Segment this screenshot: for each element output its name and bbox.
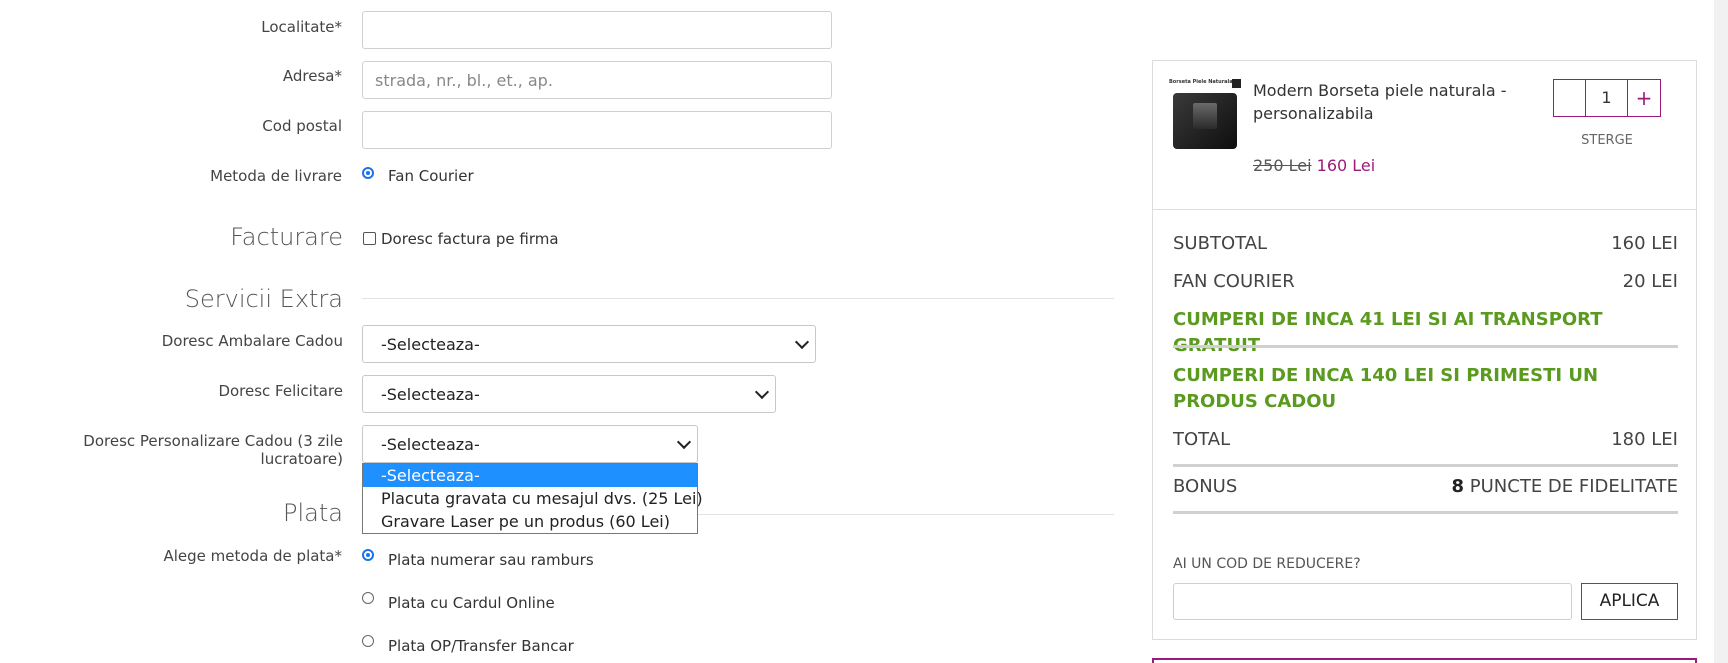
plata-title: Plata: [283, 499, 343, 527]
discount-label: AI UN COD DE REDUCERE?: [1173, 556, 1361, 572]
personalizare-select[interactable]: -Selecteaza-: [362, 425, 698, 463]
metoda-livrare-label: Metoda de livrare: [210, 167, 342, 185]
apply-button[interactable]: APLICA: [1581, 583, 1678, 620]
promo-gift: CUMPERI DE INCA 140 LEI SI PRIMESTI UN P…: [1173, 365, 1599, 412]
total-label: TOTAL: [1173, 429, 1231, 450]
cod-postal-label: Cod postal: [262, 117, 342, 135]
total-divider: [1173, 464, 1678, 467]
subtotal-label: SUBTOTAL: [1173, 233, 1268, 254]
decrease-button[interactable]: [1554, 80, 1586, 116]
plata-numerar-label[interactable]: Plata numerar sau ramburs: [388, 551, 594, 569]
quantity-stepper: 1 +: [1553, 79, 1661, 117]
fan-courier-radio[interactable]: [362, 167, 374, 179]
plata-divider: [698, 514, 1114, 515]
product-name[interactable]: Modern Borseta piele naturala - personal…: [1253, 79, 1523, 125]
chevron-down-icon: [676, 434, 692, 450]
bonus-points: 8: [1451, 476, 1465, 497]
dropdown-option[interactable]: -Selecteaza-: [363, 464, 697, 487]
shipping-label: FAN COURIER: [1173, 271, 1295, 292]
new-price: 160 Lei: [1316, 156, 1376, 175]
personalizare-label: Doresc Personalizare Cadou (3 zile lucra…: [83, 432, 343, 468]
ambalare-select[interactable]: -Selecteaza-: [362, 325, 816, 363]
servicii-extra-title: Servicii Extra: [184, 285, 343, 313]
localitate-label: Localitate*: [261, 18, 342, 36]
cod-postal-input[interactable]: [362, 111, 832, 149]
product-divider: [1153, 209, 1696, 210]
adresa-input[interactable]: [362, 61, 832, 99]
felicitare-select[interactable]: -Selecteaza-: [362, 375, 776, 413]
plata-card-label[interactable]: Plata cu Cardul Online: [388, 594, 555, 612]
plata-label: Alege metoda de plata*: [163, 547, 342, 565]
bonus-text: PUNCTE DE FIDELITATE: [1469, 476, 1678, 497]
promo-shipping: CUMPERI DE INCA 41 LEI SI AI TRANSPORT G…: [1173, 309, 1603, 356]
fan-courier-label[interactable]: Fan Courier: [388, 167, 474, 185]
total-value: 180 LEI: [1611, 429, 1678, 450]
next-card-edge: [1152, 658, 1697, 663]
product-thumb-caption: Borseta Piele Naturala: [1169, 79, 1233, 85]
scrollbar-track[interactable]: [1714, 0, 1728, 663]
remove-button[interactable]: STERGE: [1553, 133, 1661, 148]
plata-numerar-radio[interactable]: [362, 549, 374, 561]
bonus-divider: [1173, 511, 1678, 514]
increase-button[interactable]: +: [1628, 80, 1660, 116]
personalizare-value: -Selecteaza-: [381, 434, 480, 454]
plata-op-label[interactable]: Plata OP/Transfer Bancar: [388, 637, 574, 655]
shipping-row: FAN COURIER 20 LEI: [1173, 271, 1678, 292]
felicitare-value: -Selecteaza-: [381, 384, 480, 404]
cart-summary: Borseta Piele Naturala Modern Borseta pi…: [1152, 60, 1697, 640]
subtotal-row: SUBTOTAL 160 LEI: [1173, 233, 1678, 254]
quantity-value[interactable]: 1: [1586, 80, 1628, 116]
bag-flap-icon: [1193, 103, 1217, 129]
bonus-label: BONUS: [1173, 476, 1238, 497]
thumb-badge-icon: [1232, 79, 1241, 88]
old-price: 250 Lei: [1253, 156, 1312, 175]
localitate-input[interactable]: [362, 11, 832, 49]
facturare-title: Facturare: [230, 223, 343, 251]
chevron-down-icon: [754, 384, 770, 400]
product-thumbnail[interactable]: Borseta Piele Naturala: [1169, 79, 1241, 151]
discount-code-input[interactable]: [1173, 583, 1572, 620]
bonus-value: 8 PUNCTE DE FIDELITATE: [1452, 476, 1679, 497]
shipping-value: 20 LEI: [1622, 271, 1678, 292]
plata-card-radio[interactable]: [362, 592, 374, 604]
ambalare-value: -Selecteaza-: [381, 334, 480, 354]
subtotal-value: 160 LEI: [1611, 233, 1678, 254]
ambalare-label: Doresc Ambalare Cadou: [161, 332, 343, 350]
chevron-down-icon: [794, 334, 810, 350]
total-row: TOTAL 180 LEI: [1173, 429, 1678, 450]
plata-op-radio[interactable]: [362, 635, 374, 647]
dropdown-option[interactable]: Placuta gravata cu mesajul dvs. (25 Lei): [363, 487, 703, 510]
factura-firma-checkbox[interactable]: [363, 232, 376, 245]
bonus-row: BONUS 8 PUNCTE DE FIDELITATE: [1173, 476, 1678, 497]
price-row: 250 Lei 160 Lei: [1253, 156, 1375, 175]
personalizare-dropdown: -Selecteaza- Placuta gravata cu mesajul …: [362, 463, 703, 534]
adresa-label: Adresa*: [282, 67, 342, 85]
servicii-divider: [362, 298, 1114, 299]
dropdown-option[interactable]: Gravare Laser pe un produs (60 Lei): [363, 510, 697, 533]
factura-firma-label[interactable]: Doresc factura pe firma: [381, 230, 559, 248]
felicitare-label: Doresc Felicitare: [218, 382, 343, 400]
promo-divider: [1173, 345, 1678, 348]
